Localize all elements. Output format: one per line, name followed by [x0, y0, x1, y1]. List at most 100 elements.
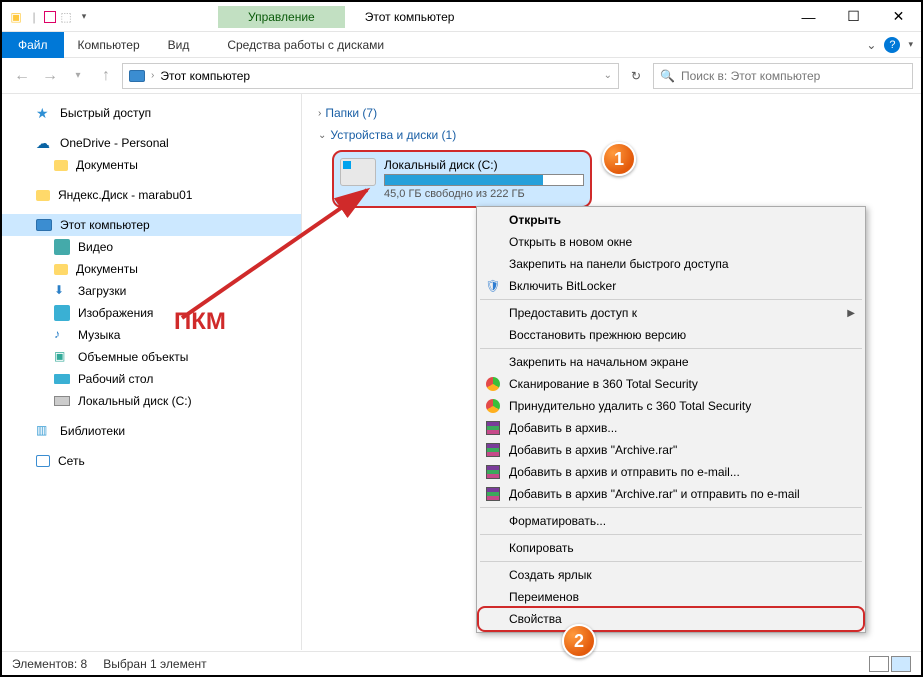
ctx-open[interactable]: Открыть: [479, 209, 863, 231]
sidebar-pictures[interactable]: Изображения: [2, 302, 301, 324]
address-bar[interactable]: › Этот компьютер ⌄: [122, 63, 619, 89]
cube-icon: ▣: [54, 349, 70, 365]
sidebar-drive-c[interactable]: Локальный диск (C:): [2, 390, 301, 412]
view-details-button[interactable]: [869, 656, 889, 672]
quick-access-toolbar: ▣ | ⬚ ▾: [2, 9, 98, 25]
explorer-window: ▣ | ⬚ ▾ Управление Этот компьютер — ☐ ✕ …: [0, 0, 923, 677]
ctx-separator: [480, 299, 862, 300]
sidebar-videos[interactable]: Видео: [2, 236, 301, 258]
address-text[interactable]: Этот компьютер: [160, 69, 250, 83]
ctx-archive-rar-email[interactable]: Добавить в архив "Archive.rar" и отправи…: [479, 483, 863, 505]
drive-tools-tab[interactable]: Средства работы с дисками: [213, 34, 398, 56]
back-button[interactable]: ←: [10, 64, 34, 88]
search-icon: 🔍: [660, 69, 675, 83]
status-bar: Элементов: 8 Выбран 1 элемент: [2, 651, 921, 675]
libraries-icon: ▥: [36, 423, 52, 439]
chevron-right-icon: ›: [318, 108, 321, 119]
qat-divider: |: [26, 9, 42, 25]
sidebar-yandex-disk[interactable]: Яндекс.Диск - marabu01: [2, 184, 301, 206]
view-toggle: [869, 656, 911, 672]
cloud-icon: ☁: [36, 135, 52, 151]
sidebar-3d-objects[interactable]: ▣Объемные объекты: [2, 346, 301, 368]
ctx-add-archive[interactable]: Добавить в архив...: [479, 417, 863, 439]
recent-dropdown[interactable]: ▾: [66, 64, 90, 88]
ctx-restore-version[interactable]: Восстановить прежнюю версию: [479, 324, 863, 346]
qat-dropdown-icon[interactable]: ▾: [76, 9, 92, 25]
ctx-rename[interactable]: Переименов: [479, 586, 863, 608]
sidebar-network[interactable]: Сеть: [2, 450, 301, 472]
sidebar-music[interactable]: ♪Музыка: [2, 324, 301, 346]
ribbon-tabs: Файл Компьютер Вид Средства работы с дис…: [2, 32, 921, 58]
drive-name: Локальный диск (C:): [384, 158, 584, 172]
ctx-archive-email[interactable]: Добавить в архив и отправить по e-mail..…: [479, 461, 863, 483]
sidebar-this-pc[interactable]: Этот компьютер: [2, 214, 301, 236]
ctx-force-delete-360[interactable]: Принудительно удалить с 360 Total Securi…: [479, 395, 863, 417]
network-icon: [36, 455, 50, 467]
ctx-separator: [480, 507, 862, 508]
minimize-button[interactable]: —: [786, 2, 831, 32]
pc-icon: [36, 219, 52, 231]
maximize-button[interactable]: ☐: [831, 2, 876, 32]
forward-button[interactable]: →: [38, 64, 62, 88]
ribbon-expand-icon[interactable]: ⌄: [866, 38, 876, 52]
window-title: Этот компьютер: [365, 10, 455, 24]
status-selection: Выбран 1 элемент: [103, 657, 206, 671]
view-tiles-button[interactable]: [891, 656, 911, 672]
ctx-open-new-window[interactable]: Открыть в новом окне: [479, 231, 863, 253]
folder-icon: [54, 264, 68, 275]
ctx-copy[interactable]: Копировать: [479, 537, 863, 559]
ctx-properties[interactable]: Свойства: [477, 606, 865, 632]
navigation-pane: ★Быстрый доступ ☁OneDrive - Personal Док…: [2, 94, 302, 650]
chevron-right-icon: ▶: [847, 308, 855, 319]
chevron-right-icon[interactable]: ›: [151, 70, 154, 81]
ctx-bitlocker[interactable]: 🛡Включить BitLocker: [479, 275, 863, 297]
properties-icon[interactable]: [44, 11, 56, 23]
chevron-down-icon: ⌄: [318, 130, 326, 141]
pc-icon: [129, 70, 145, 82]
sidebar-desktop[interactable]: Рабочий стол: [2, 368, 301, 390]
sidebar-documents[interactable]: Документы: [2, 258, 301, 280]
downloads-icon: ⬇: [54, 283, 70, 299]
computer-tab[interactable]: Компьютер: [64, 34, 154, 56]
ctx-format[interactable]: Форматировать...: [479, 510, 863, 532]
qat-item[interactable]: ⬚: [58, 9, 74, 25]
folder-icon: [54, 160, 68, 171]
ctx-pin-start[interactable]: Закрепить на начальном экране: [479, 351, 863, 373]
ctx-give-access[interactable]: Предоставить доступ к▶: [479, 302, 863, 324]
ctx-scan-360[interactable]: Сканирование в 360 Total Security: [479, 373, 863, 395]
close-button[interactable]: ✕: [876, 2, 921, 32]
drive-icon: [54, 396, 70, 406]
sidebar-downloads[interactable]: ⬇Загрузки: [2, 280, 301, 302]
help-dropdown-icon[interactable]: ▾: [908, 39, 913, 50]
help-icon[interactable]: ?: [884, 37, 900, 53]
rar-icon: [485, 442, 501, 458]
file-tab[interactable]: Файл: [2, 32, 64, 58]
drive-c-item[interactable]: Локальный диск (C:) 45,0 ГБ свободно из …: [332, 150, 592, 208]
view-tab[interactable]: Вид: [154, 34, 204, 56]
ctx-pin-quick-access[interactable]: Закрепить на панели быстрого доступа: [479, 253, 863, 275]
sidebar-libraries[interactable]: ▥Библиотеки: [2, 420, 301, 442]
address-dropdown-icon[interactable]: ⌄: [604, 70, 612, 81]
star-icon: ★: [36, 105, 52, 121]
sidebar-onedrive-documents[interactable]: Документы: [2, 154, 301, 176]
sidebar-quick-access[interactable]: ★Быстрый доступ: [2, 102, 301, 124]
drive-icon: [340, 158, 376, 186]
annotation-badge-2: 2: [562, 624, 596, 658]
folder-icon: [36, 190, 50, 201]
app-icon: ▣: [8, 9, 24, 25]
sidebar-onedrive[interactable]: ☁OneDrive - Personal: [2, 132, 301, 154]
ctx-add-archive-rar[interactable]: Добавить в архив "Archive.rar": [479, 439, 863, 461]
capacity-bar: [384, 174, 584, 186]
folders-group-header[interactable]: ›Папки (7): [318, 102, 905, 124]
ctx-create-shortcut[interactable]: Создать ярлык: [479, 564, 863, 586]
refresh-button[interactable]: ↻: [623, 69, 649, 83]
contextual-tab-header: Управление: [218, 6, 345, 28]
drive-free-text: 45,0 ГБ свободно из 222 ГБ: [384, 188, 584, 200]
search-box[interactable]: 🔍 Поиск в: Этот компьютер: [653, 63, 913, 89]
annotation-pkm-label: ПКМ: [174, 308, 226, 336]
titlebar: ▣ | ⬚ ▾ Управление Этот компьютер — ☐ ✕: [2, 2, 921, 32]
window-controls: — ☐ ✕: [786, 2, 921, 32]
up-button[interactable]: ↑: [94, 64, 118, 88]
rar-icon: [485, 464, 501, 480]
search-placeholder: Поиск в: Этот компьютер: [681, 69, 820, 83]
